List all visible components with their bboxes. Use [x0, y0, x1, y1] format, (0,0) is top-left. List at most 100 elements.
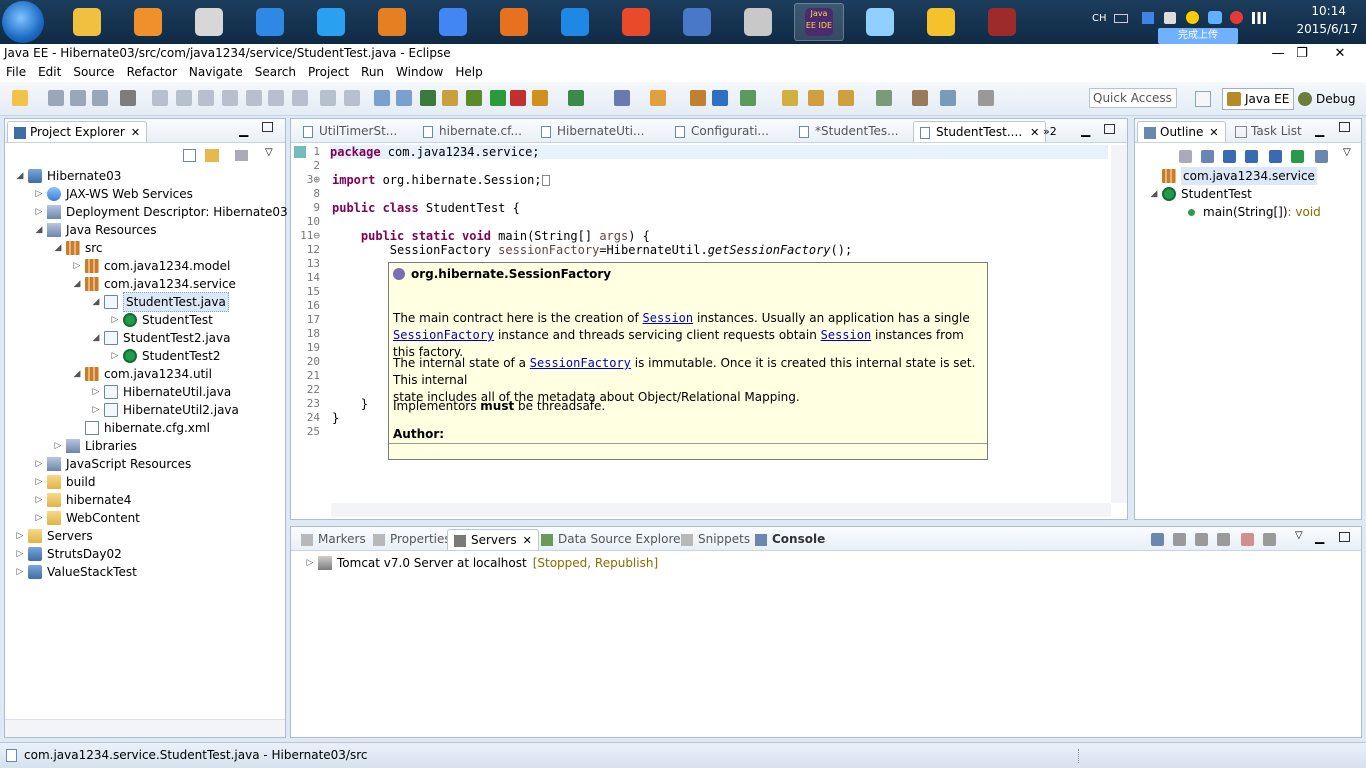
editor-tab[interactable]: *StudentTes... [793, 121, 905, 142]
maximize-button[interactable]: ❐ [1288, 44, 1316, 62]
save-all-icon[interactable] [70, 90, 86, 106]
start-server-icon[interactable] [1195, 533, 1208, 546]
profile-server-icon[interactable] [1217, 533, 1230, 546]
perspective-debug[interactable]: Debug [1294, 88, 1359, 110]
editor-overflow[interactable]: »2 [1043, 125, 1057, 138]
maximize-editor-icon[interactable] [1104, 124, 1115, 134]
bottom-tab[interactable]: Console [749, 529, 831, 550]
session-link[interactable]: Session [821, 328, 872, 342]
hide-static-icon[interactable] [1245, 150, 1258, 163]
taskbar-speaker-app[interactable] [184, 3, 234, 41]
skip-breakpoints-icon[interactable] [396, 90, 412, 106]
clock-date[interactable]: 2015/6/17 [1296, 22, 1358, 36]
expand-twisty-icon[interactable]: ▷ [110, 347, 120, 365]
drop-frame-icon[interactable] [320, 90, 336, 106]
hide-local-types-icon[interactable] [1291, 150, 1304, 163]
collapse-twisty-icon[interactable]: ◢ [15, 167, 25, 185]
maximize-view-icon[interactable] [262, 122, 273, 132]
focus-icon[interactable] [1315, 150, 1328, 163]
run-icon[interactable] [490, 90, 506, 106]
close-button[interactable]: ✕ [1318, 44, 1362, 62]
close-tab-icon[interactable]: ✕ [523, 534, 532, 547]
expand-twisty-icon[interactable]: ▷ [34, 509, 44, 527]
expand-twisty-icon[interactable]: ▷ [34, 185, 44, 203]
collapse-twisty-icon[interactable]: ◢ [34, 221, 44, 239]
tree-item[interactable]: ▷ build [34, 473, 96, 491]
last-edit-icon[interactable] [808, 90, 824, 106]
expand-twisty-icon[interactable]: ▷ [72, 257, 82, 275]
new-icon[interactable] [12, 90, 28, 106]
tree-item[interactable]: ◢ com.java1234.util [72, 365, 212, 383]
tree-item[interactable]: ▷ HibernateUtil.java [91, 383, 231, 401]
expand-twisty-icon[interactable]: ▷ [91, 383, 101, 401]
taskbar-heart-app[interactable] [916, 3, 966, 41]
debug-icon[interactable] [466, 90, 482, 106]
tree-item[interactable]: ◢ com.java1234.service [72, 275, 236, 293]
code-line[interactable]: SessionFactory sessionFactory=HibernateU… [332, 243, 852, 257]
step-return-icon[interactable] [292, 90, 308, 106]
sync-icon[interactable] [940, 90, 956, 106]
menu-file[interactable]: File [0, 64, 32, 82]
taskbar-database-app[interactable] [977, 3, 1027, 41]
expand-twisty-icon[interactable]: ▷ [91, 401, 101, 419]
keyboard-icon[interactable] [1114, 14, 1128, 23]
new-class-icon[interactable] [568, 90, 584, 106]
prev-annotation-icon[interactable] [782, 90, 798, 106]
collapse-all-icon[interactable] [183, 149, 196, 162]
taskbar-cloud-sync[interactable] [245, 3, 295, 41]
bottom-tab[interactable]: Properties [367, 529, 457, 550]
tree-item[interactable]: ▷ StrutsDay02 [15, 545, 122, 563]
outline-item[interactable]: main(String[]) : void [1175, 203, 1321, 221]
close-tab-icon[interactable]: ✕ [1030, 126, 1039, 139]
stop-server-icon[interactable] [1241, 533, 1254, 546]
session-link[interactable]: Session [643, 311, 694, 325]
open-task-icon[interactable] [650, 90, 666, 106]
upload-popup[interactable]: 完成上传 [1158, 28, 1238, 44]
tree-item[interactable]: hibernate.cfg.xml [72, 419, 210, 437]
new-server-icon[interactable] [420, 90, 436, 106]
globe-icon[interactable] [712, 90, 728, 106]
taskbar-sublime-text[interactable] [367, 3, 417, 41]
qq-icon[interactable] [1186, 11, 1199, 24]
tree-item[interactable]: ▷ StudentTest [110, 311, 213, 329]
tree-item[interactable]: ◢ StudentTest.java [91, 292, 229, 312]
bottom-tab[interactable]: Servers ✕ [447, 529, 539, 550]
pin-icon[interactable] [912, 90, 928, 106]
quick-access-field[interactable]: Quick Access [1089, 88, 1177, 108]
collapse-twisty-icon[interactable]: ◢ [72, 275, 82, 293]
tree-item[interactable]: ◢ StudentTest2.java [91, 329, 230, 347]
print-icon[interactable] [92, 90, 108, 106]
taskbar-eclipse-java-ee[interactable]: Java EE IDE [794, 3, 844, 41]
tree-item[interactable]: ▷ Servers [15, 527, 93, 545]
collapse-icon[interactable] [1179, 150, 1192, 163]
signal-icon[interactable] [1252, 12, 1266, 24]
pause-icon[interactable] [176, 90, 192, 106]
minimize-view-icon[interactable]: ▁ [1315, 123, 1324, 137]
server-row[interactable]: ▷ Tomcat v7.0 Server at localhost [Stopp… [305, 554, 658, 572]
tree-item[interactable]: ▷ com.java1234.model [72, 257, 230, 275]
taskbar-internet-explorer[interactable] [550, 3, 600, 41]
tree-item[interactable]: ▷ WebContent [34, 509, 140, 527]
view-menu-icon[interactable]: ▽ [265, 147, 273, 158]
open-type-icon[interactable] [614, 90, 630, 106]
tab-project-explorer[interactable]: Project Explorer ✕ [7, 121, 148, 142]
view-menu-icon[interactable]: ▽ [1343, 147, 1351, 158]
menu-edit[interactable]: Edit [32, 64, 67, 82]
collapse-twisty-icon[interactable]: ◢ [91, 293, 101, 311]
collapse-twisty-icon[interactable]: ◢ [91, 329, 101, 347]
search-icon[interactable] [690, 90, 706, 106]
menu-source[interactable]: Source [67, 64, 120, 82]
code-line[interactable]: package com.java1234.service; [330, 145, 1108, 159]
view-menu-icon[interactable]: ▽ [1295, 530, 1303, 541]
toggle-breakpoint-icon[interactable] [374, 90, 390, 106]
more-icon[interactable] [978, 90, 994, 106]
view-options-icon[interactable] [235, 150, 248, 161]
bottom-tab[interactable]: Snippets [675, 529, 756, 550]
tree-item[interactable]: ▷ HibernateUtil2.java [91, 401, 239, 419]
expand-twisty-icon[interactable]: ▷ [110, 311, 120, 329]
bottom-tab[interactable]: Markers [295, 529, 372, 550]
external-tools-icon[interactable] [510, 90, 526, 106]
taskbar-chrome[interactable] [428, 3, 478, 41]
ime-indicator[interactable]: CH [1092, 13, 1107, 24]
outline-item[interactable]: ◢ StudentTest [1149, 185, 1252, 203]
